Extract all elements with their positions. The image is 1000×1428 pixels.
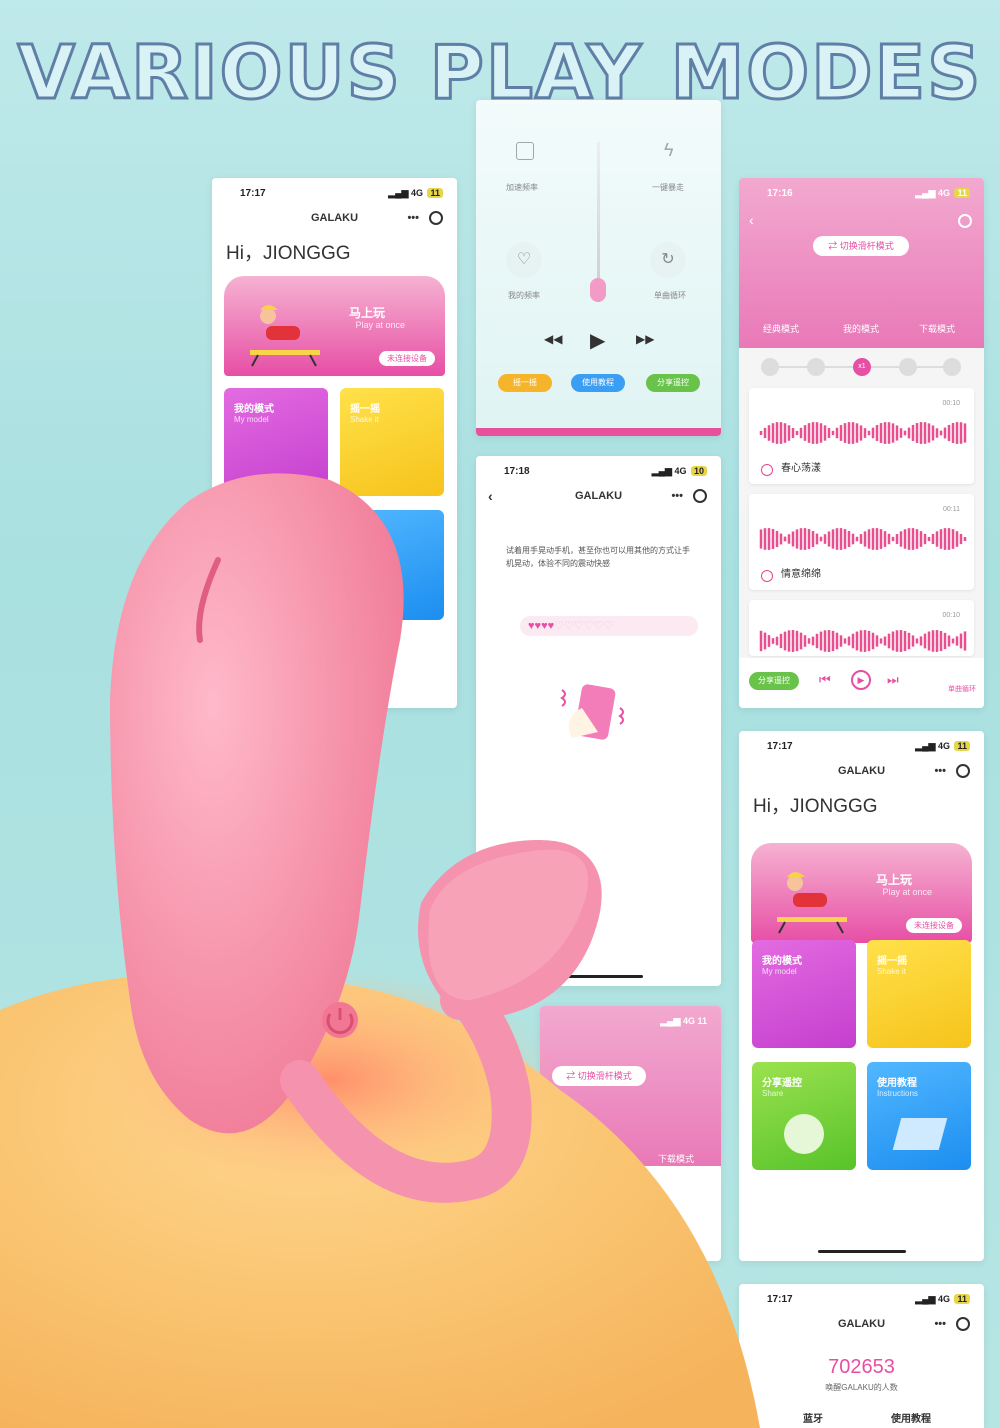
product-photo — [0, 473, 760, 1428]
app-title: GALAKU — [837, 1318, 886, 1330]
status-bar: 17:17 ▂▄▆ 4G 11 — [212, 178, 457, 208]
back-icon[interactable]: ‹ — [749, 212, 754, 228]
banner-subtitle: Play at once — [355, 320, 405, 330]
user-count-caption: 唤醒GALAKU的人数 — [825, 1383, 898, 1392]
speed-selector: x1 — [761, 358, 961, 376]
close-target-icon[interactable] — [956, 1317, 970, 1331]
speed-selected[interactable]: x1 — [853, 358, 871, 376]
next-icon[interactable]: ▶▶ — [636, 332, 654, 346]
lounge-chair-illustration — [777, 872, 847, 934]
connect-device-button[interactable]: 未连接设备 — [379, 351, 435, 366]
tab-my-mode[interactable]: 我的模式 — [843, 322, 879, 335]
status-bar: 17:17 ▂▄▆ 4G 11 — [739, 1284, 984, 1314]
tile-my-mode[interactable]: 我的模式 My model — [752, 940, 856, 1048]
speed-dot[interactable] — [807, 358, 825, 376]
play-icon[interactable]: ▶ — [590, 328, 605, 353]
tile-instructions[interactable]: 使用教程 Instructions — [867, 1062, 971, 1170]
tile-shake[interactable]: 摇一摇 Shake it — [867, 940, 971, 1048]
status-bar: 17:16 ▂▄▆ 4G 11 — [739, 178, 984, 208]
signal-icon: ▂▄▆ 4G 11 — [388, 188, 443, 199]
close-target-icon[interactable] — [958, 214, 972, 228]
instructions-link[interactable]: 使用教程 — [891, 1410, 931, 1425]
label-my-frequency: 我的频率 — [508, 291, 540, 300]
phone-home-right: 17:17 ▂▄▆ 4G 11 GALAKU ••• Hi，JIONGGG 马上… — [739, 731, 984, 1261]
label-accelerate: 加速频率 — [506, 183, 538, 192]
music-bottom-bar: 分享遥控 ⏮ ▶ ⏭ 单曲循环 — [739, 658, 984, 708]
app-title: GALAKU — [837, 765, 886, 777]
more-icon[interactable]: ••• — [407, 212, 419, 224]
intensity-slider-handle[interactable] — [590, 278, 606, 302]
nav-bar: GALAKU ••• — [739, 1317, 984, 1340]
nav-bar: GALAKU ••• — [739, 764, 984, 787]
track-card[interactable]: 00:10 春心荡漾 — [749, 388, 974, 484]
speed-dot[interactable] — [761, 358, 779, 376]
signal-icon: ▂▄▆ 4G 11 — [915, 1294, 970, 1305]
track-card[interactable]: 00:11 情意绵绵 — [749, 494, 974, 590]
loop-label[interactable]: 单曲循环 — [948, 684, 976, 694]
phone-music: 17:16 ▂▄▆ 4G 11 ‹ ⇄ 切换滑杆模式 经典模式 我的模式 下载模… — [739, 178, 984, 708]
label-single-loop: 单曲循环 — [654, 291, 686, 300]
bluetooth-link[interactable]: 蓝牙 — [803, 1410, 823, 1425]
more-icon[interactable]: ••• — [934, 1318, 946, 1330]
shake-button[interactable]: 摇一摇 — [498, 374, 552, 392]
next-icon[interactable]: ⏭ — [887, 672, 899, 688]
home-indicator — [817, 1250, 906, 1253]
play-icon[interactable]: ▶ — [851, 670, 871, 690]
play-icon[interactable] — [761, 570, 773, 582]
prev-icon[interactable]: ⏮ — [819, 672, 831, 688]
prev-icon[interactable]: ◀◀ — [544, 332, 562, 346]
label-burst: 一键暴走 — [652, 183, 684, 192]
user-count: 702653 — [828, 1356, 895, 1378]
tab-classic[interactable]: 经典模式 — [763, 322, 799, 335]
lounge-chair-illustration — [250, 305, 320, 367]
waveform — [759, 528, 967, 550]
close-target-icon[interactable] — [429, 211, 443, 225]
phone-control: ϟ 加速频率 一键暴走 ♡ ↻ 我的频率 单曲循环 ◀◀ ▶ ▶▶ 摇一摇 使用… — [476, 100, 721, 436]
track-name: 情意绵绵 — [781, 569, 821, 580]
play-icon[interactable] — [761, 464, 773, 476]
waveform — [759, 422, 967, 444]
more-icon[interactable]: ••• — [934, 765, 946, 777]
heart-icon[interactable]: ♡ — [506, 242, 542, 278]
loop-icon[interactable]: ↻ — [650, 242, 686, 278]
play-now-banner[interactable]: 马上玩 Play at once 未连接设备 — [751, 843, 972, 943]
instructions-button[interactable]: 使用教程 — [571, 374, 625, 392]
greeting: Hi，JIONGGG — [753, 796, 878, 817]
globe-icon — [784, 1114, 824, 1154]
pink-bottom-bar — [476, 428, 721, 436]
signal-icon: ▂▄▆ 4G 11 — [915, 188, 970, 199]
switch-slider-mode-button[interactable]: ⇄ 切换滑杆模式 — [813, 236, 909, 256]
play-now-banner[interactable]: 马上玩 Play at once 未连接设备 — [224, 276, 445, 376]
connect-device-button[interactable]: 未连接设备 — [906, 918, 962, 933]
greeting: Hi，JIONGGG — [226, 243, 351, 264]
signal-icon: ▂▄▆ 4G 11 — [915, 741, 970, 752]
tile-share[interactable]: 分享遥控 Share — [752, 1062, 856, 1170]
app-title: GALAKU — [310, 212, 359, 224]
book-icon — [892, 1118, 948, 1150]
mode-tabs: 经典模式 我的模式 下载模式 — [739, 322, 984, 338]
lightning-icon[interactable]: ϟ — [664, 140, 674, 161]
banner-title: 马上玩 — [348, 306, 385, 320]
status-time: 17:17 — [240, 188, 266, 199]
share-button[interactable]: 分享遥控 — [646, 374, 700, 392]
status-bar: 17:17 ▂▄▆ 4G 11 — [739, 731, 984, 761]
track-card[interactable]: 00:10 — [749, 600, 974, 656]
speed-dot[interactable] — [899, 358, 917, 376]
speed-dot[interactable] — [943, 358, 961, 376]
nav-bar: GALAKU ••• — [212, 211, 457, 234]
tab-download[interactable]: 下载模式 — [919, 322, 955, 335]
waveform — [759, 630, 967, 652]
accelerate-icon[interactable] — [516, 142, 534, 160]
track-name: 春心荡漾 — [781, 463, 821, 474]
phone-code: 17:17 ▂▄▆ 4G 11 GALAKU ••• 702653 唤醒GALA… — [739, 1284, 984, 1428]
close-target-icon[interactable] — [956, 764, 970, 778]
